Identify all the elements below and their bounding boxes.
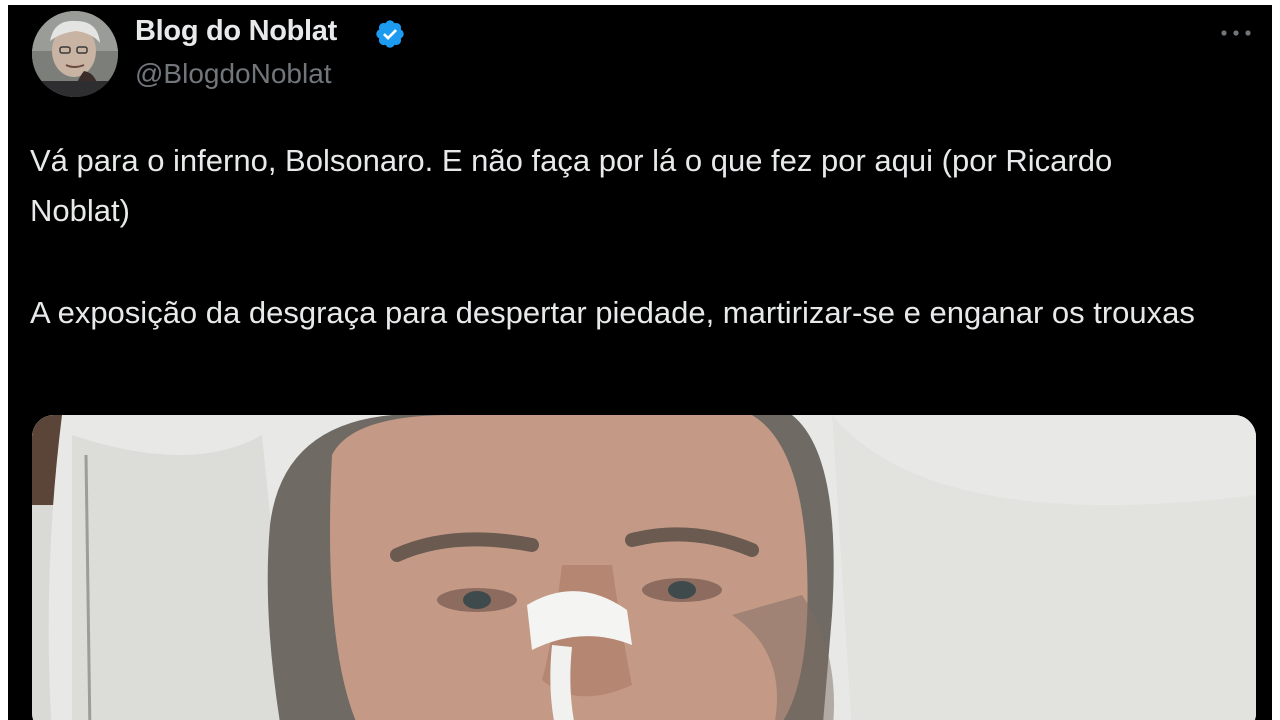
hospital-photo bbox=[32, 415, 1256, 720]
tweet-media-photo[interactable] bbox=[32, 415, 1256, 720]
tweet-text-paragraph: A exposição da desgraça para despertar p… bbox=[30, 295, 1195, 330]
author-display-name[interactable]: Blog do Noblat bbox=[135, 15, 337, 48]
more-options-button[interactable] bbox=[1216, 19, 1256, 47]
tweet-card: Blog do Noblat @BlogdoNoblat Vá para o i… bbox=[8, 5, 1272, 720]
profile-photo bbox=[32, 11, 118, 97]
tweet-text-paragraph: Vá para o inferno, Bolsonaro. E não faça… bbox=[30, 143, 1113, 228]
ellipsis-icon bbox=[1221, 30, 1251, 36]
author-avatar[interactable] bbox=[32, 11, 118, 97]
verified-badge-icon bbox=[374, 18, 406, 50]
author-handle[interactable]: @BlogdoNoblat bbox=[135, 58, 332, 90]
